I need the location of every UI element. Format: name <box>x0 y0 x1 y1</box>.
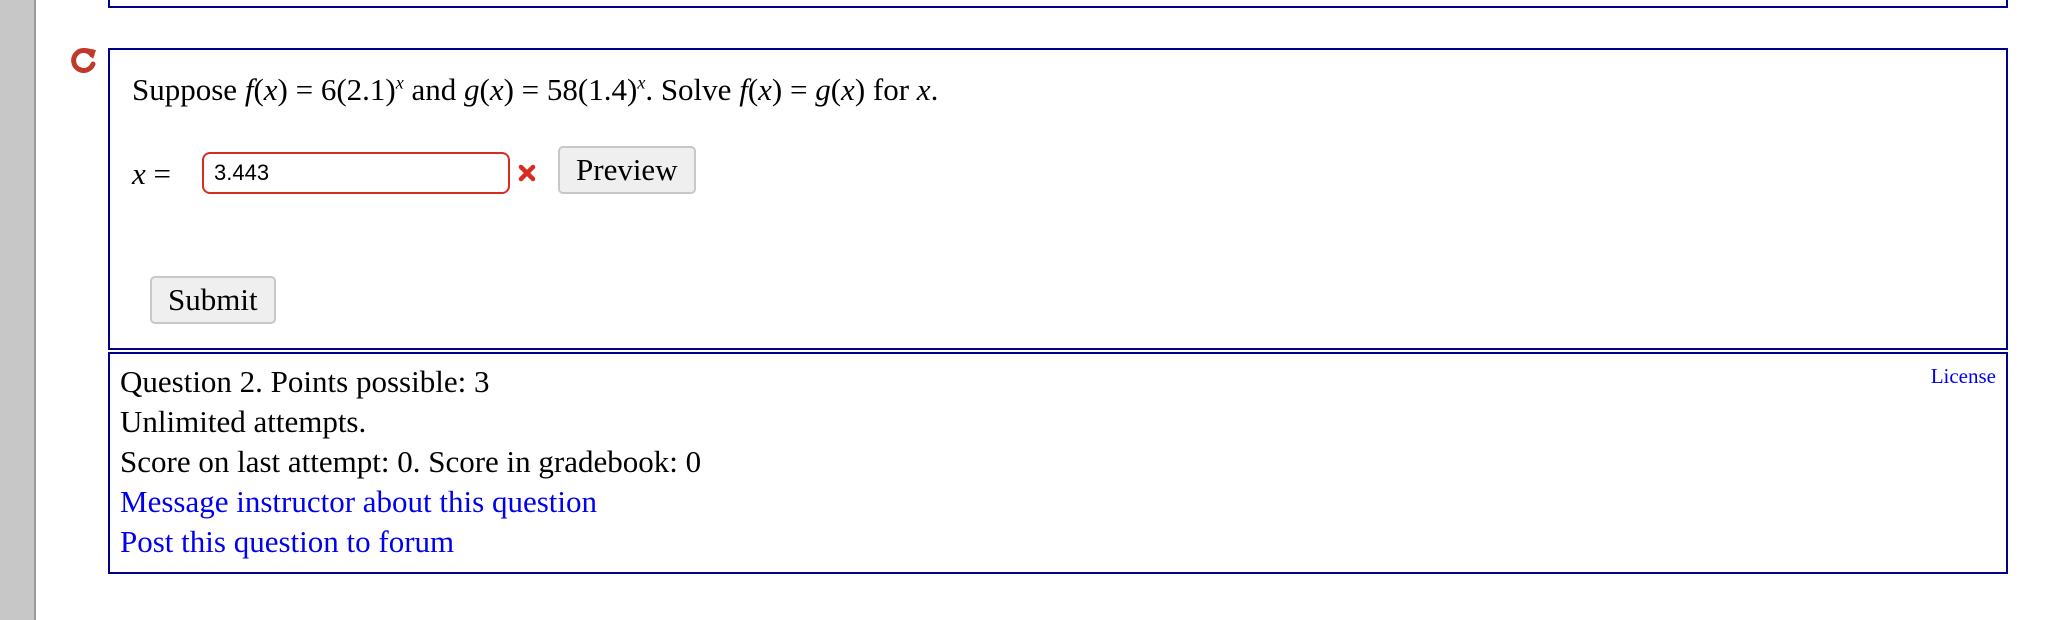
submit-button[interactable]: Submit <box>150 276 276 324</box>
question-info-box: Question 2. Points possible: 3 Unlimited… <box>108 352 2008 574</box>
message-instructor-link[interactable]: Message instructor about this question <box>120 484 597 520</box>
window-gutter <box>0 0 36 620</box>
license-link[interactable]: License <box>1931 364 1996 389</box>
answer-input[interactable] <box>202 152 510 194</box>
score-text: Score on last attempt: 0. Score in grade… <box>120 444 702 479</box>
preview-button[interactable]: Preview <box>558 146 696 194</box>
answer-label: x = <box>132 156 171 191</box>
question-box: Suppose f(x) = 6(2.1)x and g(x) = 58(1.4… <box>108 48 2008 350</box>
incorrect-x-icon <box>518 164 536 182</box>
post-to-forum-link[interactable]: Post this question to forum <box>120 524 454 560</box>
attempts-text: Unlimited attempts. <box>120 404 367 439</box>
points-possible-text: Question 2. Points possible: 3 <box>120 364 490 399</box>
retry-icon[interactable] <box>70 46 98 74</box>
question-text: Suppose f(x) = 6(2.1)x and g(x) = 58(1.4… <box>132 72 939 107</box>
previous-question-box <box>108 0 2008 8</box>
